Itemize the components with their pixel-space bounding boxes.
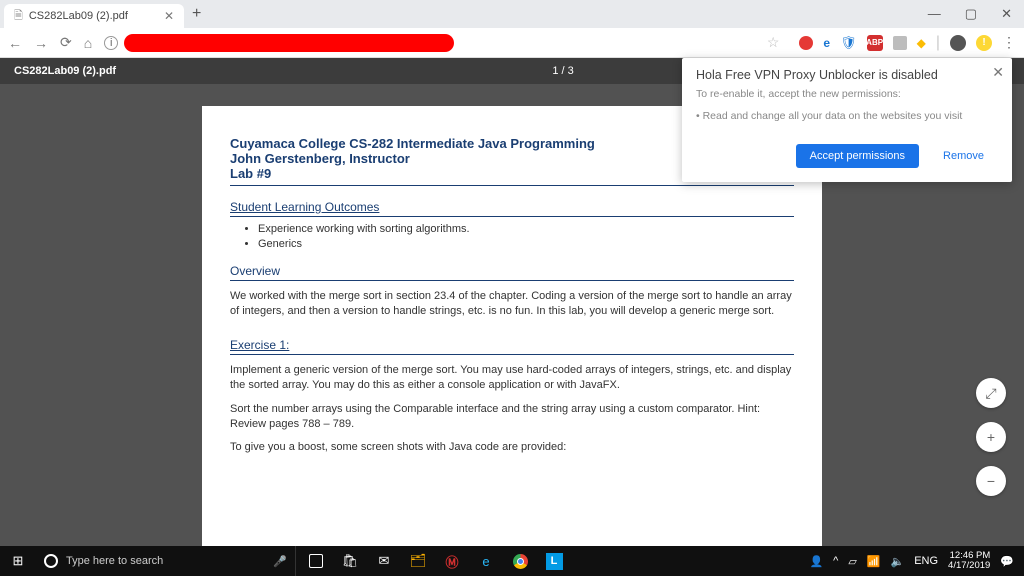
file-icon: 🗎 — [14, 7, 23, 26]
pdf-controls: ⤢ + − — [976, 378, 1006, 496]
store-icon[interactable]: 🛍 — [340, 551, 360, 571]
cortana-circle-icon — [44, 554, 58, 568]
volume-icon[interactable]: 🔈 — [890, 555, 904, 568]
task-view-icon[interactable] — [306, 551, 326, 571]
wifi-icon[interactable]: 📶 — [867, 555, 881, 568]
profile-avatar-icon[interactable] — [950, 35, 966, 51]
extension-icon-drive[interactable]: ◆ — [917, 36, 926, 50]
clock[interactable]: 12:46 PM 4/17/2019 — [948, 551, 990, 572]
zoom-out-button[interactable]: − — [976, 466, 1006, 496]
zoom-in-button[interactable]: + — [976, 422, 1006, 452]
exercise1-p2: Sort the number arrays using the Compara… — [230, 402, 794, 433]
popup-title: Hola Free VPN Proxy Unblocker is disable… — [696, 68, 998, 82]
exercise1-p3: To give you a boost, some screen shots w… — [230, 440, 794, 455]
extension-icon-e[interactable]: e — [823, 36, 830, 50]
notifications-icon[interactable]: 💬 — [1000, 555, 1014, 568]
separator: | — [936, 34, 940, 52]
redacted-url — [124, 34, 454, 52]
start-button[interactable]: ⊞ — [0, 553, 36, 569]
language-indicator[interactable]: ENG — [914, 555, 938, 567]
mcafee-icon[interactable]: Ⓜ — [442, 551, 462, 571]
close-tab-icon[interactable]: ✕ — [154, 9, 174, 23]
maximize-button[interactable]: ▢ — [965, 6, 977, 22]
window-controls: — ▢ ✕ — [928, 6, 1024, 22]
fit-page-button[interactable]: ⤢ — [976, 378, 1006, 408]
overview-body: We worked with the merge sort in section… — [230, 289, 794, 320]
system-tray: 👤 ^ ▱ 📶 🔈 ENG 12:46 PM 4/17/2019 💬 — [809, 551, 1024, 572]
slo-item: Generics — [258, 238, 794, 250]
exercise1-heading: Exercise 1: — [230, 338, 794, 355]
browser-menu-icon[interactable]: ⋮ — [1002, 34, 1016, 51]
popup-close-icon[interactable]: ✕ — [992, 64, 1004, 81]
accept-permissions-button[interactable]: Accept permissions — [796, 144, 919, 168]
exercise1-p1: Implement a generic version of the merge… — [230, 363, 794, 394]
overview-heading: Overview — [230, 264, 794, 281]
home-button[interactable]: ⌂ — [84, 35, 92, 51]
mail-icon[interactable]: ✉ — [374, 551, 394, 571]
taskbar-pinned: 🛍 ✉ 🗂 Ⓜ e L — [296, 551, 564, 571]
popup-subtitle: To re-enable it, accept the new permissi… — [696, 88, 998, 100]
extension-icon-shield[interactable]: 🛡 — [840, 35, 857, 51]
tray-chevron-icon[interactable]: ^ — [833, 555, 838, 567]
extension-icon-gray[interactable] — [893, 36, 907, 50]
windows-taskbar: ⊞ Type here to search 🎤 🛍 ✉ 🗂 Ⓜ e L 👤 ^ … — [0, 546, 1024, 576]
app-l-icon[interactable]: L — [544, 551, 564, 571]
site-info-icon[interactable]: i — [104, 36, 118, 50]
reload-button[interactable]: ⟳ — [60, 34, 72, 51]
back-button[interactable]: ← — [8, 35, 22, 51]
extension-icon-red[interactable] — [799, 36, 813, 50]
battery-icon[interactable]: ▱ — [848, 555, 856, 568]
extension-icon-abp[interactable]: ABP — [867, 35, 883, 51]
chrome-icon[interactable] — [510, 551, 530, 571]
edge-icon[interactable]: e — [476, 551, 496, 571]
mic-icon[interactable]: 🎤 — [273, 555, 287, 568]
browser-tab[interactable]: 🗎 CS282Lab09 (2).pdf ✕ — [4, 4, 184, 28]
extension-popup: ✕ Hola Free VPN Proxy Unblocker is disab… — [682, 58, 1012, 182]
extension-icons: e 🛡 ABP ◆ | ! ⋮ — [791, 34, 1016, 52]
toolbar: ← → ⟳ ⌂ i ☆ e 🛡 ABP ◆ | ! ⋮ — [0, 28, 1024, 58]
tab-title: CS282Lab09 (2).pdf — [29, 10, 128, 22]
slo-heading: Student Learning Outcomes — [230, 200, 794, 217]
popup-permission: • Read and change all your data on the w… — [696, 110, 998, 122]
clock-date: 4/17/2019 — [948, 561, 990, 571]
slo-item: Experience working with sorting algorith… — [258, 223, 794, 235]
extension-icon-alert[interactable]: ! — [976, 35, 992, 51]
search-placeholder: Type here to search — [66, 555, 163, 567]
forward-button[interactable]: → — [34, 35, 48, 51]
pdf-filename: CS282Lab09 (2).pdf — [14, 65, 116, 77]
remove-extension-button[interactable]: Remove — [929, 144, 998, 168]
new-tab-button[interactable]: + — [192, 5, 201, 23]
minimize-button[interactable]: — — [928, 6, 941, 22]
browser-tab-bar: 🗎 CS282Lab09 (2).pdf ✕ + — ▢ ✕ — [0, 0, 1024, 28]
close-window-button[interactable]: ✕ — [1001, 6, 1012, 22]
people-icon[interactable]: 👤 — [809, 555, 823, 568]
file-explorer-icon[interactable]: 🗂 — [408, 551, 428, 571]
bookmark-star-icon[interactable]: ☆ — [767, 34, 780, 51]
taskbar-search[interactable]: Type here to search 🎤 — [36, 546, 296, 576]
address-bar[interactable]: i ☆ — [104, 34, 779, 52]
